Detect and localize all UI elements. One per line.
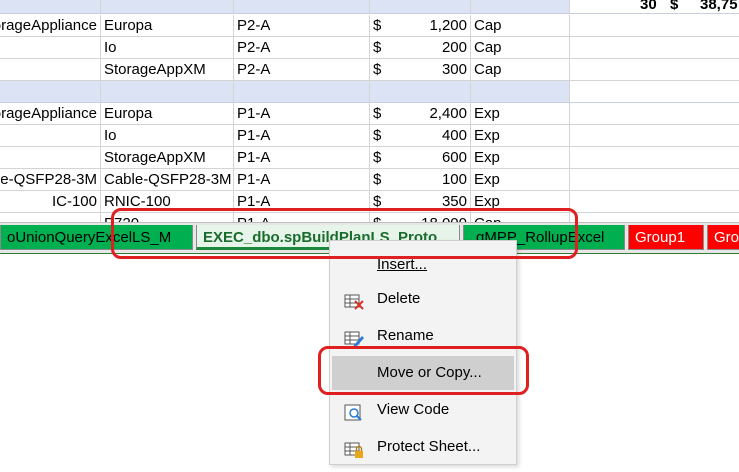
table-row[interactable]: Io P1-A $400 Exp	[0, 125, 739, 147]
table-row[interactable]: StorageAppXM P2-A $300 Cap	[0, 59, 739, 81]
delete-sheet-icon	[344, 290, 364, 310]
sheet-tab[interactable]: oUnionQueryExcelLS_M	[0, 225, 193, 250]
table-row[interactable]: Io P2-A $200 Cap	[0, 37, 739, 59]
total-count: 30	[640, 0, 657, 13]
table-row[interactable]: StorageAppXM P1-A $600 Exp	[0, 147, 739, 169]
menu-item-rename[interactable]: Rename	[330, 319, 516, 353]
view-code-icon	[344, 401, 364, 421]
table-row[interactable]: IC-100 RNIC-100 P1-A $350 Exp	[0, 191, 739, 213]
group-separator-row[interactable]	[0, 81, 739, 103]
sheet-tab-context-menu: Insert... Delete Rename Move or Copy... …	[329, 240, 517, 465]
menu-item-insert[interactable]: Insert...	[330, 245, 516, 275]
total-currency: $	[670, 0, 679, 13]
sheet-tab[interactable]: Group1	[628, 225, 704, 250]
rename-icon	[344, 327, 364, 348]
menu-item-view-code[interactable]: View Code	[330, 393, 516, 427]
menu-item-move-or-copy[interactable]: Move or Copy...	[332, 356, 514, 390]
protect-sheet-icon	[344, 438, 364, 458]
menu-item-delete[interactable]: Delete	[330, 282, 516, 316]
table-row[interactable]: orageAppliance Europa P2-A $1,200 Cap	[0, 15, 739, 37]
table-row[interactable]: able-QSFP28-3M Cable-QSFP28-3M P1-A $100…	[0, 169, 739, 191]
worksheet-grid[interactable]: 30 $ 38,75 orageAppliance Europa P2-A $1…	[0, 0, 739, 235]
table-row[interactable]: orageAppliance Europa P1-A $2,400 Exp	[0, 103, 739, 125]
total-row[interactable]: 30 $ 38,75	[0, 0, 739, 14]
sheet-tab[interactable]: Gro	[707, 225, 739, 250]
total-amount: 38,75	[700, 0, 738, 13]
menu-item-protect-sheet[interactable]: Protect Sheet...	[330, 430, 516, 464]
